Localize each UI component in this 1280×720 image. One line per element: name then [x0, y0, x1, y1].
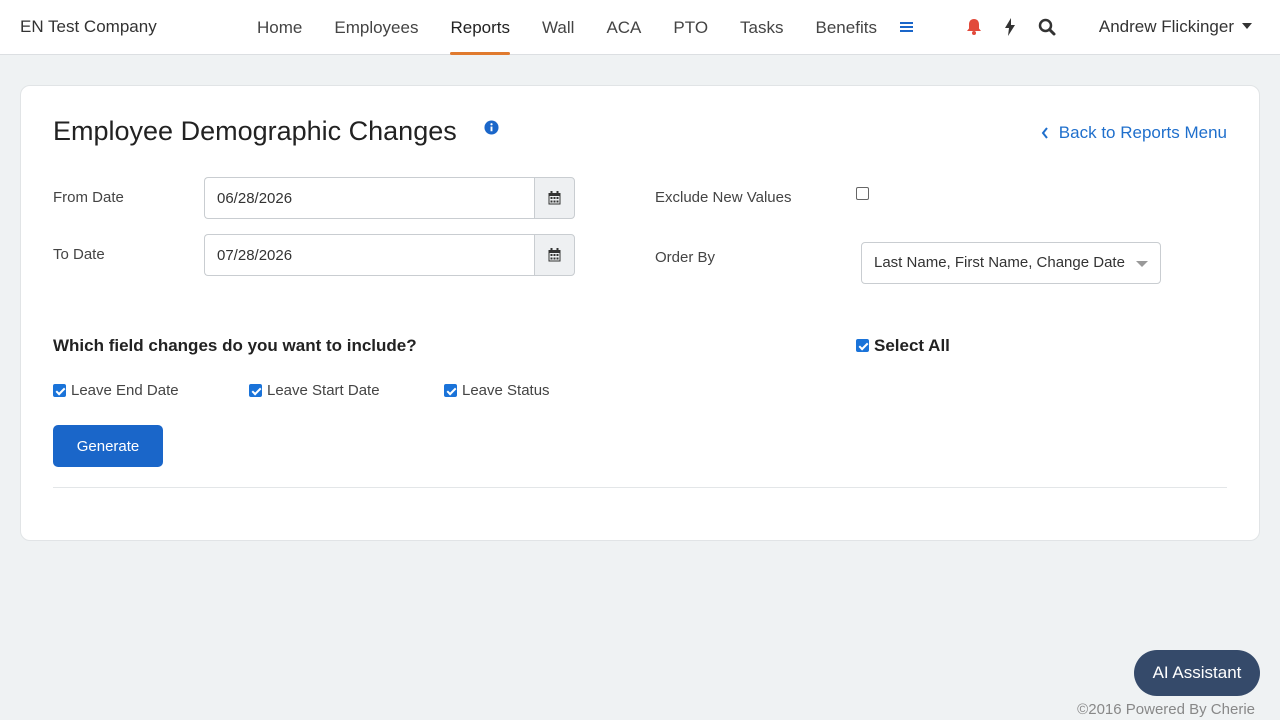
field-changes-question: Which field changes do you want to inclu…: [53, 336, 417, 355]
leave-end-date-checkbox[interactable]: [53, 384, 66, 397]
select-all-checkbox[interactable]: [856, 339, 869, 352]
search-icon[interactable]: [1036, 16, 1058, 38]
user-menu[interactable]: Andrew Flickinger: [1099, 17, 1252, 37]
back-to-reports-link[interactable]: Back to Reports Menu: [1041, 123, 1227, 143]
info-icon[interactable]: [484, 120, 499, 135]
leave-status-label[interactable]: Leave Status: [462, 382, 550, 399]
to-date-calendar-button[interactable]: [534, 234, 575, 276]
to-date-label: To Date: [53, 246, 105, 263]
chevron-down-icon: [1242, 23, 1252, 29]
divider: [53, 487, 1227, 488]
order-by-select[interactable]: Last Name, First Name, Change Date: [861, 242, 1161, 284]
back-link-label: Back to Reports Menu: [1058, 123, 1227, 142]
nav-pto[interactable]: PTO: [657, 0, 724, 55]
nav-reports[interactable]: Reports: [434, 0, 526, 55]
top-navbar: EN Test Company Home Employees Reports W…: [0, 0, 1280, 55]
leave-end-date-label[interactable]: Leave End Date: [71, 382, 179, 399]
leave-start-date-checkbox[interactable]: [249, 384, 262, 397]
nav-home[interactable]: Home: [241, 0, 318, 55]
from-date-label: From Date: [53, 189, 124, 206]
page-title: Employee Demographic Changes: [53, 116, 457, 146]
generate-button[interactable]: Generate: [53, 425, 163, 467]
nav-aca[interactable]: ACA: [590, 0, 657, 55]
from-date-group: [204, 177, 575, 219]
to-date-group: [204, 234, 575, 276]
ai-assistant-button[interactable]: AI Assistant: [1134, 650, 1260, 696]
report-card: Employee Demographic Changes Back to Rep…: [20, 85, 1260, 541]
dropdown-arrow-icon: [1136, 261, 1148, 267]
nav-wall[interactable]: Wall: [526, 0, 590, 55]
from-date-input[interactable]: [204, 177, 534, 219]
menu-icon[interactable]: [896, 16, 918, 38]
main-nav: Home Employees Reports Wall ACA PTO Task…: [241, 0, 893, 55]
bell-icon[interactable]: [963, 16, 985, 38]
calendar-icon: [548, 248, 561, 262]
chevron-left-icon: [1041, 127, 1048, 139]
exclude-new-values-checkbox[interactable]: [856, 187, 869, 200]
leave-start-date-label[interactable]: Leave Start Date: [267, 382, 380, 399]
calendar-icon: [548, 191, 561, 205]
nav-tasks[interactable]: Tasks: [724, 0, 799, 55]
to-date-input[interactable]: [204, 234, 534, 276]
nav-employees[interactable]: Employees: [318, 0, 434, 55]
select-all-label[interactable]: Select All: [874, 336, 950, 356]
bolt-icon[interactable]: [999, 16, 1021, 38]
order-by-value: Last Name, First Name, Change Date: [874, 254, 1125, 271]
company-name[interactable]: EN Test Company: [20, 17, 157, 37]
from-date-calendar-button[interactable]: [534, 177, 575, 219]
exclude-new-values-label: Exclude New Values: [655, 189, 792, 206]
nav-benefits[interactable]: Benefits: [800, 0, 893, 55]
user-name: Andrew Flickinger: [1098, 17, 1234, 36]
order-by-label: Order By: [655, 249, 716, 266]
footer-copyright: ©2016 Powered By Cherie: [1077, 701, 1255, 718]
leave-status-checkbox[interactable]: [444, 384, 457, 397]
